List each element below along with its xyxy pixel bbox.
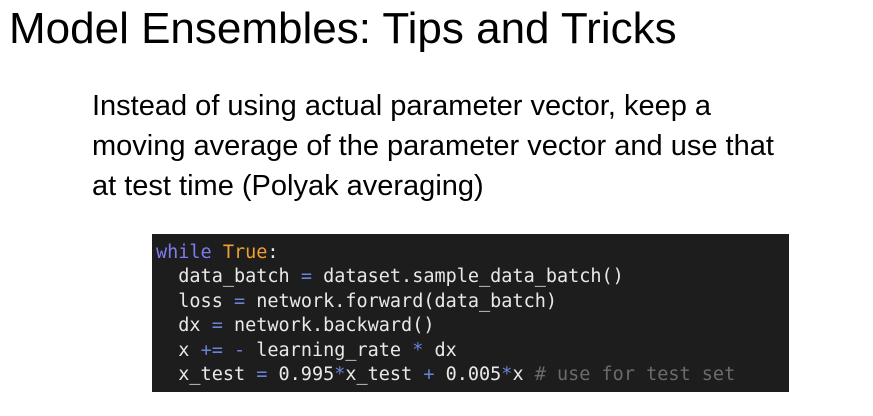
code-line-while: while True:	[156, 241, 789, 265]
code-block: while True: data_batch = dataset.sample_…	[152, 234, 789, 392]
code-variable: data_batch	[178, 266, 290, 288]
code-text: 0.005	[434, 364, 502, 386]
code-variable: loss	[178, 290, 223, 312]
code-line-dx: dx = network.backward()	[156, 314, 789, 338]
code-text: 0.995	[267, 364, 335, 386]
body-line-3: at test time (Polyak averaging)	[92, 170, 484, 202]
code-operator: +=	[200, 339, 223, 361]
code-operator: =	[211, 315, 223, 337]
code-operator: =	[256, 364, 268, 386]
code-constant: True	[222, 242, 268, 263]
code-variable: dx	[178, 315, 201, 337]
code-text: x	[512, 364, 535, 386]
code-operator: *	[412, 339, 424, 361]
slide-title: Model Ensembles: Tips and Tricks	[9, 4, 677, 53]
code-variable: x	[178, 339, 190, 361]
code-keyword: while	[156, 242, 212, 263]
code-operator: =	[233, 290, 246, 312]
code-text: x_test	[345, 364, 424, 386]
body-line-1: Instead of using actual parameter vector…	[92, 90, 712, 122]
code-variable: x_test	[178, 364, 246, 386]
code-text: :	[267, 242, 279, 263]
code-text: network.forward(data_batch)	[245, 290, 557, 312]
code-operator: *	[334, 364, 346, 386]
body-line-2: moving average of the parameter vector a…	[92, 130, 774, 162]
code-line-x-test: x_test = 0.995*x_test + 0.005*x # use fo…	[156, 363, 789, 387]
code-text: learning_rate	[245, 339, 413, 361]
code-operator: -	[233, 339, 246, 361]
code-line-data-batch: data_batch = dataset.sample_data_batch()	[156, 265, 789, 289]
code-text: dataset.sample_data_batch()	[311, 266, 624, 288]
code-operator: +	[423, 364, 435, 386]
code-comment: # use for test set	[534, 364, 736, 386]
code-line-loss: loss = network.forward(data_batch)	[156, 290, 789, 314]
slide-body-text: Instead of using actual parameter vector…	[92, 86, 862, 206]
code-line-x-update: x += - learning_rate * dx	[156, 339, 789, 363]
code-text: network.backward()	[222, 315, 435, 337]
code-operator: =	[300, 266, 312, 288]
code-operator: *	[501, 364, 513, 386]
code-text: dx	[423, 339, 457, 361]
